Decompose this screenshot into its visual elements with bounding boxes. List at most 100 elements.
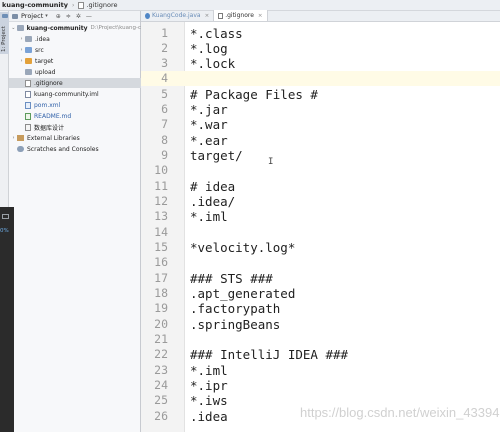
maven-file-icon [25,101,31,109]
code-line[interactable]: *.lock [190,56,235,71]
line-number: 22 [154,347,168,361]
code-line[interactable]: *velocity.log* [190,240,295,255]
current-line-highlight [141,71,500,86]
terminal-fragment: 0% [0,207,14,432]
line-number: 24 [154,378,168,392]
code-line[interactable]: # Package Files # [190,87,318,102]
tree-item-project-root[interactable]: ⌄ kuang-community D:\Project\kuang-c [9,23,141,33]
code-line[interactable]: *.ear [190,133,228,148]
line-number: 3 [161,56,168,70]
tree-item-pom[interactable]: pom.xml [9,100,141,110]
library-icon [17,135,24,141]
file-icon [25,79,31,87]
code-line[interactable]: *.log [190,41,228,56]
code-line[interactable]: *.class [190,26,243,41]
line-number: 26 [154,409,168,423]
tree-item-label: kuang-community [26,24,88,32]
file-icon [218,12,224,19]
line-number: 10 [154,163,168,177]
tree-item-readme[interactable]: README.md [9,111,141,121]
code-line[interactable]: *.iml [190,209,228,224]
project-view-selector[interactable]: Project [21,12,43,20]
line-number: 19 [154,301,168,315]
close-icon[interactable]: × [205,13,210,19]
tree-item-external-libraries[interactable]: › External Libraries [9,133,141,143]
tab-gitignore[interactable]: .gitignore × [214,10,268,21]
line-number: 20 [154,317,168,331]
tree-item-label: .idea [35,35,50,43]
tab-kuangcode-java[interactable]: KuangCode.java × [141,10,215,21]
chevron-right-icon[interactable]: › [10,135,17,141]
collapse-all-icon[interactable]: ≑ [66,13,71,20]
java-class-icon [145,12,150,19]
code-line[interactable]: *.jar [190,102,228,117]
folder-icon [25,36,32,42]
chevron-down-icon[interactable]: ⌄ [10,25,17,31]
line-number: 6 [161,102,168,116]
code-line[interactable]: ### IntelliJ IDEA ### [190,347,348,362]
line-number: 4 [161,71,168,85]
chevron-right-icon[interactable]: › [18,47,25,53]
code-line[interactable]: .springBeans [190,317,280,332]
tree-item-label: 数据库设计 [34,124,65,132]
folder-icon [25,47,32,53]
folder-icon [25,69,32,75]
tree-item-label: Scratches and Consoles [27,145,99,153]
code-line[interactable]: *.ipr [190,378,228,393]
close-icon[interactable]: × [258,13,263,19]
code-line[interactable]: .idea [190,409,228,424]
code-line[interactable]: target/ [190,148,243,163]
tree-item-src[interactable]: › src [9,45,141,55]
code-line[interactable]: .idea/ [190,194,235,209]
line-number: 15 [154,240,168,254]
mouse-text-cursor: I [268,157,274,167]
tree-item-db-design[interactable]: 数据库设计 [9,122,141,132]
chevron-right-icon[interactable]: › [18,36,25,42]
file-icon [78,1,85,9]
gear-icon[interactable]: ✲ [76,13,81,20]
tree-item-idea[interactable]: › .idea [9,34,141,44]
code-line[interactable]: *.iws [190,393,228,408]
line-number: 23 [154,363,168,377]
breadcrumb-separator: › [72,1,75,9]
code-line[interactable]: *.war [190,117,228,132]
project-view-icon [12,13,18,19]
line-number: 14 [154,225,168,239]
watermark: https://blog.csdn.net/weixin_43394802 [300,405,500,420]
breadcrumb-project[interactable]: kuang-community [2,1,68,9]
locate-icon[interactable]: ⊕ [56,13,61,20]
line-number: 12 [154,194,168,208]
project-tool-window-tab[interactable]: 1: Project [0,12,9,54]
project-panel-toolbar: Project ▾ ⊕ ≑ ✲ — [9,11,140,22]
chevron-down-icon[interactable]: ▾ [45,13,48,19]
code-line[interactable]: # idea [190,179,235,194]
line-number: 17 [154,271,168,285]
folder-icon [16,25,24,31]
tree-item-label: upload [35,68,56,76]
code-line[interactable]: .apt_generated [190,286,295,301]
breadcrumb-file[interactable]: .gitignore [86,1,117,9]
code-line[interactable]: *.iml [190,363,228,378]
line-number: 18 [154,286,168,300]
code-line[interactable]: .factorypath [190,301,280,316]
line-number: 2 [161,41,168,55]
tree-item-upload[interactable]: upload [9,67,141,77]
project-tool-window-label: 1: Project [1,26,7,52]
project-panel: Project ▾ ⊕ ≑ ✲ — ⌄ kuang-community D:\P… [9,11,141,432]
tab-label: .gitignore [225,12,254,19]
tree-item-scratches[interactable]: Scratches and Consoles [9,144,141,154]
chevron-right-icon[interactable]: › [18,58,25,64]
code-line[interactable]: ### STS ### [190,271,273,286]
tree-item-label: src [35,46,44,54]
tree-item-label: kuang-community.iml [34,90,99,98]
tree-item-gitignore[interactable]: .gitignore [9,78,141,88]
tree-item-target[interactable]: › target [9,56,141,66]
hide-icon[interactable]: — [86,13,92,20]
module-file-icon [25,90,31,98]
tree-item-label: External Libraries [27,134,80,142]
tree-item-path: D:\Project\kuang-c [90,25,141,31]
tab-label: KuangCode.java [152,12,201,19]
line-number: 21 [154,332,168,346]
tree-item-label: target [35,57,54,65]
tree-item-iml[interactable]: kuang-community.iml [9,89,141,99]
